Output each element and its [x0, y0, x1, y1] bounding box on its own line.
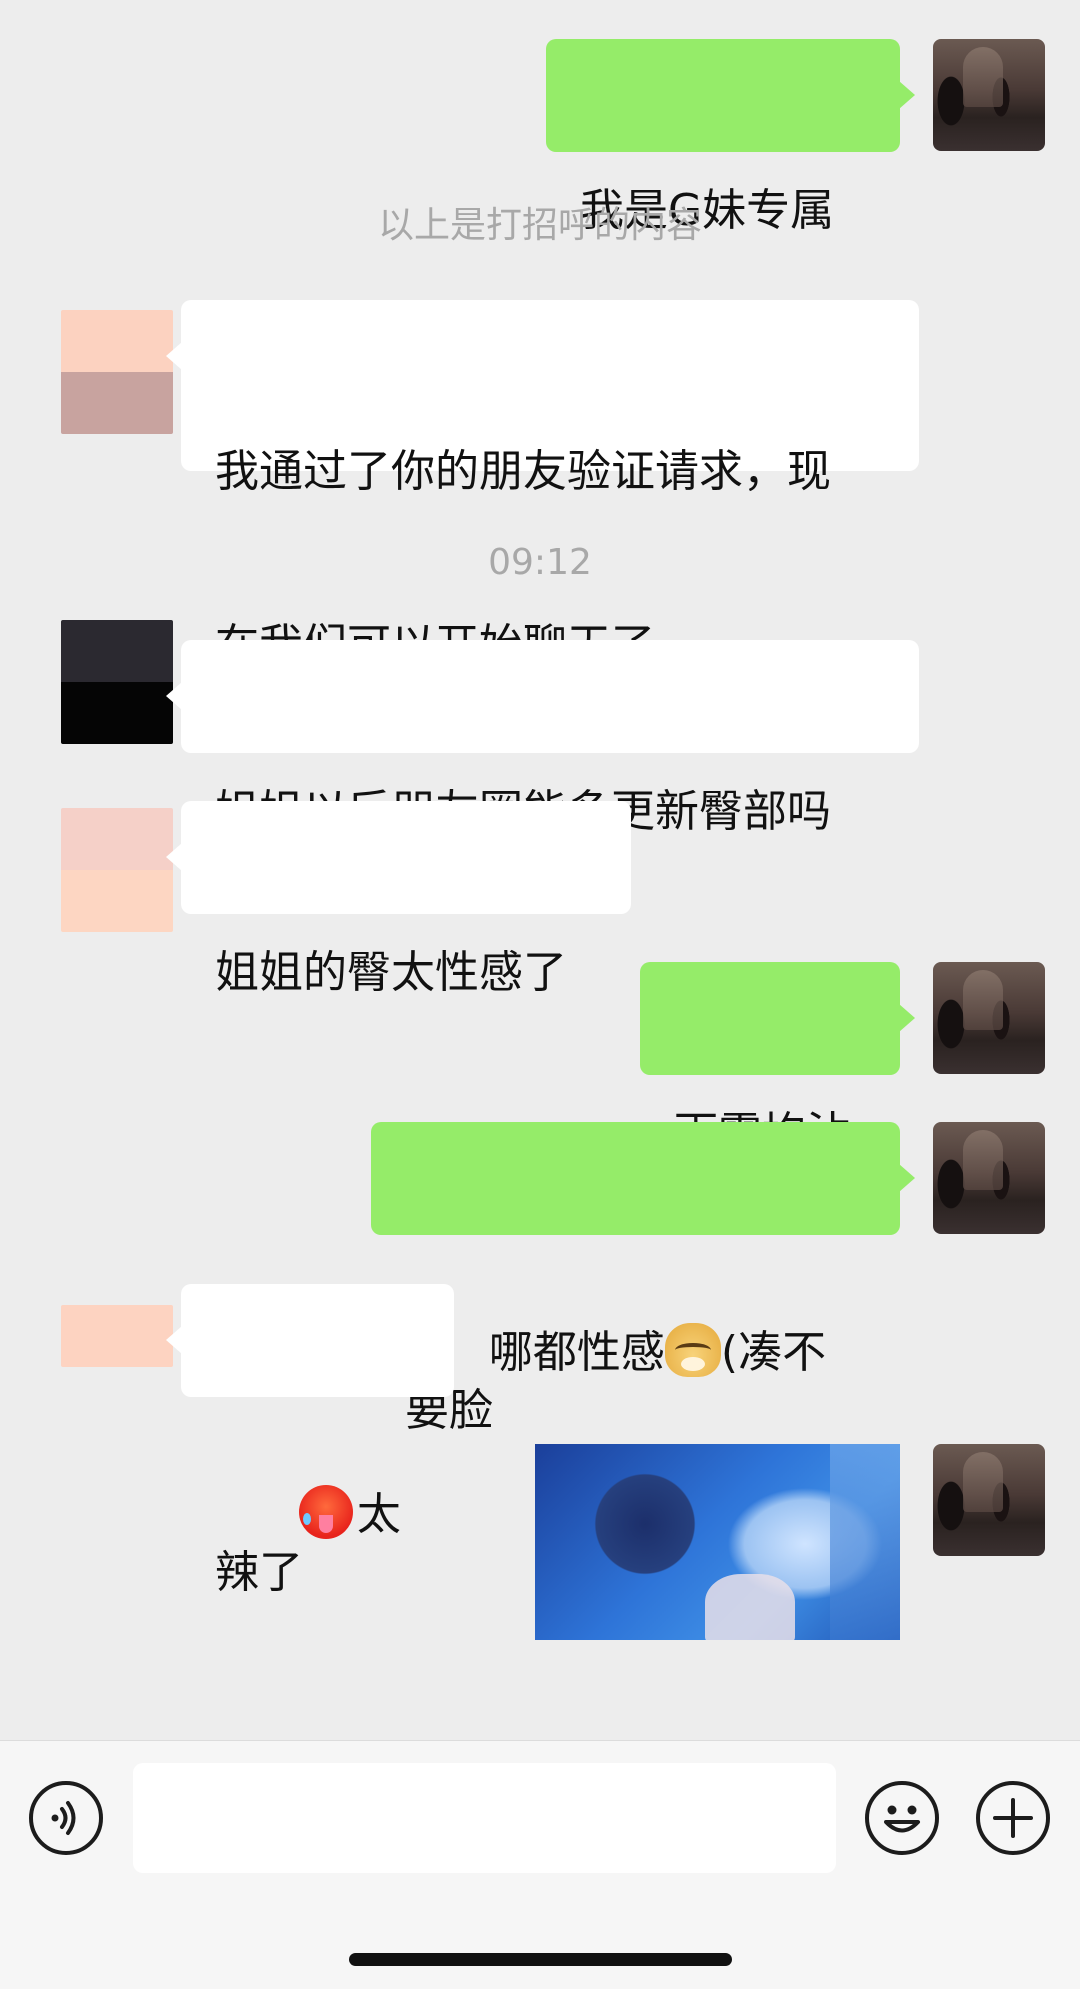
- hot-face-emoji-icon: [298, 1485, 353, 1539]
- my-avatar[interactable]: [933, 1122, 1045, 1234]
- contact-avatar[interactable]: [61, 808, 173, 932]
- message-bubble-received[interactable]: 姐姐以后朋友圈能多更新臀部吗: [166, 640, 919, 837]
- message-bubble-sent[interactable]: 哪都性感 (凑不要脸: [371, 1122, 915, 1436]
- my-avatar[interactable]: [933, 1444, 1045, 1556]
- emoji-icon[interactable]: [865, 1781, 939, 1855]
- home-indicator[interactable]: [349, 1953, 732, 1966]
- message-bubble-sent[interactable]: 我是G妹专属: [546, 39, 915, 236]
- chat-area[interactable]: 我是G妹专属 以上是打招呼的内容 我通过了你的朋友验证请求，现 在我们可以开始聊…: [0, 0, 1080, 1740]
- my-avatar[interactable]: [933, 962, 1045, 1074]
- my-avatar[interactable]: [933, 39, 1045, 151]
- message-text-line-1: 我通过了你的朋友验证请求，现: [215, 446, 831, 497]
- contact-avatar[interactable]: [61, 1305, 173, 1367]
- composer-bar: [0, 1740, 1080, 1989]
- message-bubble-received[interactable]: 太辣了: [166, 1284, 454, 1598]
- timestamp: 09:12: [488, 542, 592, 583]
- message-bubble-sent[interactable]: 雨露均沾: [640, 962, 915, 1159]
- message-input[interactable]: [133, 1763, 836, 1873]
- plus-icon[interactable]: [976, 1781, 1050, 1855]
- message-text: 姐姐的臀太性感了: [215, 947, 567, 998]
- contact-avatar[interactable]: [61, 620, 173, 744]
- sent-image[interactable]: [535, 1444, 900, 1640]
- message-bubble-received[interactable]: 姐姐的臀太性感了: [166, 801, 631, 998]
- contact-avatar[interactable]: [61, 310, 173, 434]
- message-content: 太辣了: [215, 1427, 420, 1660]
- message-text-part-1: 哪都性感: [488, 1327, 665, 1378]
- message-bubble-received[interactable]: 我通过了你的朋友验证请求，现 在我们可以开始聊天了: [166, 300, 919, 671]
- system-notice: 以上是打招呼的内容: [377, 205, 702, 246]
- doge-emoji-icon: [664, 1323, 721, 1377]
- voice-icon[interactable]: [29, 1781, 103, 1855]
